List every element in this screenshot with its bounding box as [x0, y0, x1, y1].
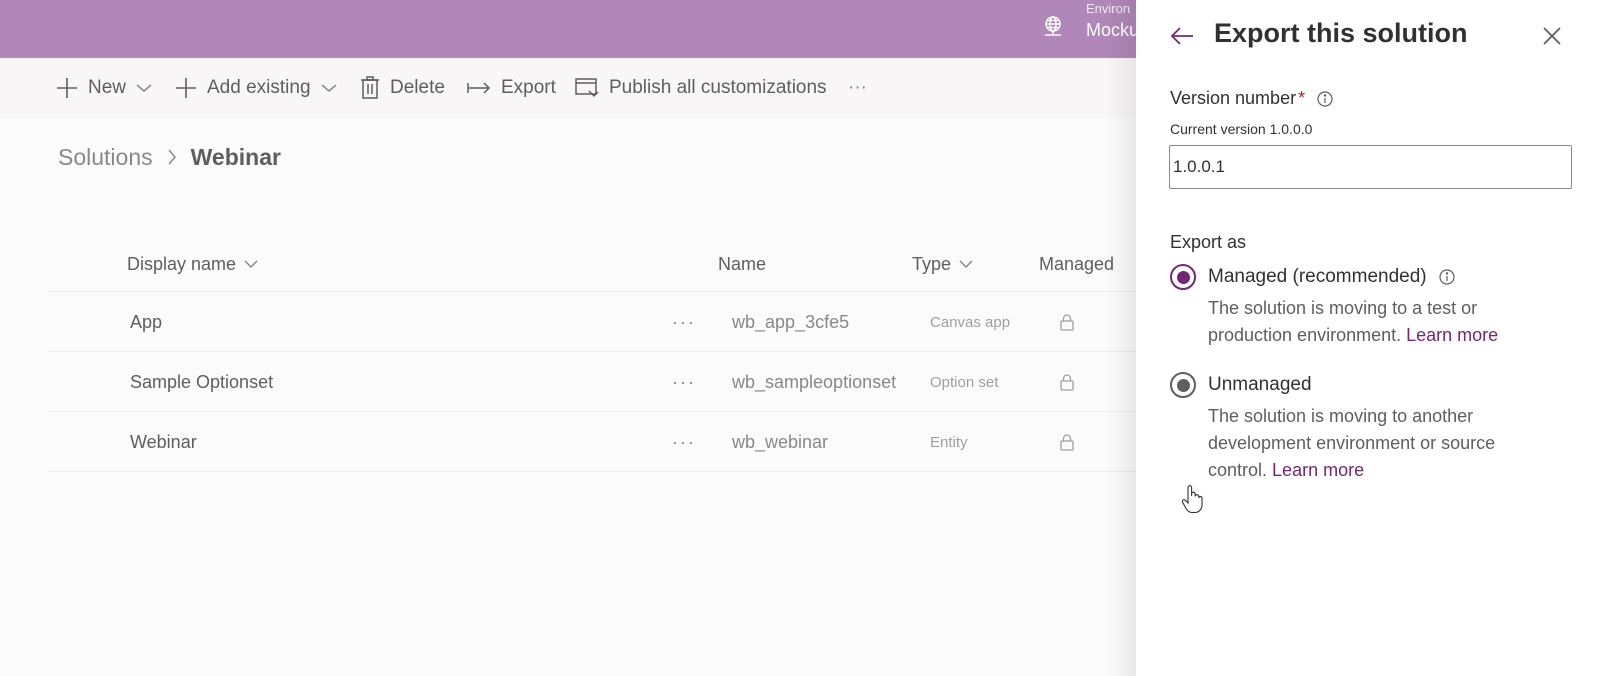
- plus-icon: [176, 78, 196, 98]
- unmanaged-radio-label: Unmanaged: [1208, 374, 1312, 395]
- table-row[interactable]: App ··· wb_app_3cfe5 Canvas app: [48, 292, 1136, 352]
- plus-icon: [57, 78, 77, 98]
- solution-components-grid: Display name Name Type Managed App ··· w…: [48, 236, 1136, 472]
- cell-name: wb_webinar: [732, 431, 829, 452]
- command-bar: New Add existing Delete Export Publish a…: [0, 58, 1136, 118]
- cell-display-name[interactable]: Webinar: [130, 412, 197, 472]
- column-header-display-name[interactable]: Display name: [127, 236, 258, 292]
- row-more-button[interactable]: ···: [672, 352, 696, 412]
- trash-icon: [361, 76, 379, 99]
- back-arrow-icon[interactable]: [1166, 20, 1198, 52]
- version-number-label: Version number *: [1170, 88, 1333, 109]
- column-managed-label: Managed: [1039, 253, 1115, 274]
- chevron-right-icon: [167, 144, 177, 171]
- column-header-type[interactable]: Type: [912, 236, 973, 292]
- add-existing-label: Add existing: [207, 77, 311, 98]
- cell-type: Entity: [930, 433, 968, 451]
- publish-all-label: Publish all customizations: [609, 77, 827, 98]
- globe-network-icon[interactable]: [1041, 14, 1065, 38]
- info-icon[interactable]: [1317, 90, 1333, 107]
- cell-name: wb_app_3cfe5: [732, 311, 850, 332]
- panel-title: Export this solution: [1214, 18, 1468, 48]
- column-display-name-label: Display name: [127, 253, 237, 274]
- managed-learn-more-link[interactable]: Learn more: [1406, 325, 1498, 345]
- column-header-managed[interactable]: Managed: [1039, 236, 1114, 292]
- chevron-down-icon: [136, 84, 152, 92]
- export-solution-panel: Export this solution Version number * Cu…: [1136, 0, 1598, 676]
- info-icon[interactable]: [1439, 269, 1455, 285]
- chevron-down-icon: [244, 259, 258, 268]
- export-label: Export: [501, 77, 556, 98]
- new-label: New: [88, 77, 127, 98]
- chevron-down-icon: [959, 259, 973, 268]
- add-existing-button[interactable]: Add existing: [175, 58, 337, 118]
- managed-radio-option[interactable]: Managed (recommended): [1170, 264, 1455, 290]
- publish-all-button[interactable]: Publish all customizations: [575, 58, 827, 118]
- breadcrumb: Solutions Webinar: [58, 144, 281, 171]
- current-version-hint: Current version 1.0.0.0: [1170, 121, 1313, 137]
- column-header-name[interactable]: Name: [718, 236, 766, 292]
- table-row[interactable]: Sample Optionset ··· wb_sampleoptionset …: [48, 352, 1136, 412]
- unmanaged-description: The solution is moving to another develo…: [1208, 403, 1548, 484]
- breadcrumb-current: Webinar: [190, 144, 281, 170]
- breadcrumb-solutions-link[interactable]: Solutions: [58, 144, 153, 171]
- unmanaged-radio-option[interactable]: Unmanaged: [1170, 372, 1312, 398]
- required-marker: *: [1298, 88, 1306, 108]
- cell-type: Option set: [930, 373, 999, 391]
- lock-icon: [1060, 292, 1074, 352]
- version-number-text: Version number: [1170, 88, 1297, 108]
- row-more-button[interactable]: ···: [672, 412, 696, 472]
- more-commands-button[interactable]: ···: [848, 58, 867, 118]
- delete-button[interactable]: Delete: [360, 58, 445, 118]
- column-name-label: Name: [718, 253, 767, 274]
- lock-icon: [1060, 412, 1074, 472]
- main-area: Solutions Webinar Display name Name Type…: [0, 118, 1136, 676]
- managed-radio[interactable]: [1170, 264, 1196, 290]
- version-number-input[interactable]: [1169, 145, 1572, 189]
- managed-radio-label: Managed (recommended): [1208, 266, 1427, 287]
- export-button[interactable]: Export: [467, 58, 556, 118]
- more-commands-label: ···: [848, 77, 867, 98]
- panel-shadow: [1106, 0, 1136, 676]
- grid-header: Display name Name Type Managed: [48, 236, 1136, 292]
- column-type-label: Type: [912, 253, 952, 274]
- delete-label: Delete: [390, 77, 445, 98]
- publish-icon: [575, 78, 599, 98]
- export-as-label: Export as: [1170, 232, 1247, 252]
- cell-name: wb_sampleoptionset: [732, 371, 897, 392]
- cell-display-name[interactable]: Sample Optionset: [130, 352, 273, 412]
- cell-display-name[interactable]: App: [130, 292, 162, 352]
- managed-description: The solution is moving to a test or prod…: [1208, 295, 1548, 349]
- unmanaged-radio[interactable]: [1170, 372, 1196, 398]
- row-more-button[interactable]: ···: [672, 292, 696, 352]
- hand-cursor-icon: [1181, 484, 1203, 519]
- cell-type: Canvas app: [930, 313, 1011, 331]
- export-arrow-icon: [467, 82, 491, 94]
- new-button[interactable]: New: [56, 58, 152, 118]
- unmanaged-learn-more-link[interactable]: Learn more: [1272, 460, 1364, 480]
- close-icon[interactable]: [1536, 20, 1568, 52]
- table-row[interactable]: Webinar ··· wb_webinar Entity: [48, 412, 1136, 472]
- lock-icon: [1060, 352, 1074, 412]
- chevron-down-icon: [321, 84, 337, 92]
